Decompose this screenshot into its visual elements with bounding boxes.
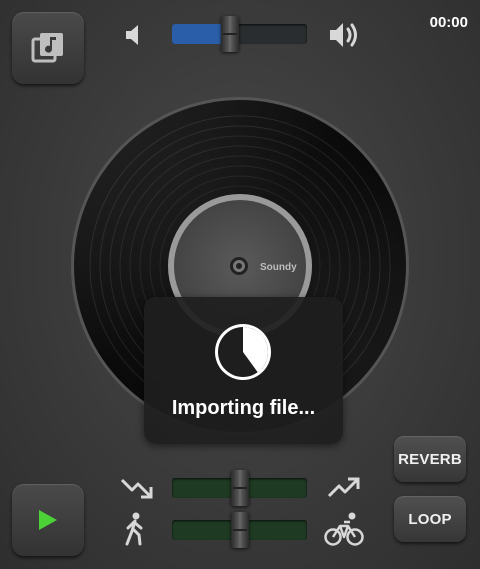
volume-high-icon[interactable] [328, 20, 362, 50]
import-status-text: Importing file... [171, 397, 316, 419]
tempo-slider-thumb[interactable] [230, 512, 249, 548]
import-progress-hud: Importing file... [144, 297, 343, 444]
music-library-button[interactable] [12, 12, 84, 84]
loop-button[interactable]: LOOP [394, 496, 466, 542]
progress-pie-icon [215, 324, 271, 380]
pitch-slider-thumb[interactable] [230, 470, 249, 506]
tempo-slider[interactable] [172, 512, 307, 548]
reverb-button[interactable]: REVERB [394, 436, 466, 482]
bicycle-icon[interactable] [324, 512, 364, 546]
volume-low-icon[interactable] [124, 22, 148, 48]
play-icon [39, 510, 57, 530]
elapsed-time: 00:00 [429, 14, 468, 31]
walker-icon[interactable] [123, 512, 147, 546]
volume-slider-thumb[interactable] [221, 16, 240, 52]
pitch-slider[interactable] [172, 470, 307, 506]
music-library-icon [31, 33, 63, 63]
trend-up-icon[interactable] [327, 476, 361, 500]
play-button[interactable] [12, 484, 84, 556]
volume-slider[interactable] [172, 16, 307, 52]
record-label-text: Soundy [260, 262, 297, 273]
trend-down-icon[interactable] [120, 476, 154, 500]
